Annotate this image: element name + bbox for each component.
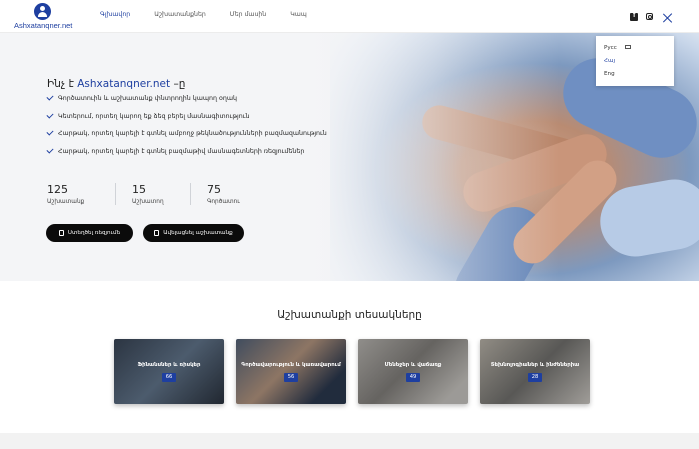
nav-link-contact[interactable]: Կապ [290,11,307,18]
instagram-icon[interactable] [646,13,653,20]
category-card-tech[interactable]: Տեխնոլոգիաներ և ինժեներիա 28 [480,339,590,404]
feature-item: Գործատուին և աշխատանք փնտրողին կապող օղա… [46,93,327,113]
feature-item: Կետերում, որտեղ կարող եք ձեզ բերել մասնա… [46,110,327,131]
stats-row: 125 Աշխատանք 15 Աշխատող 75 Գործատու [47,183,265,205]
category-count-badge: 66 [162,373,176,382]
category-card-sales[interactable]: Մենեջեր և վաճառք 49 [358,339,468,404]
category-label: Տեխնոլոգիաներ և ինժեներիա [490,362,580,368]
stat-jobs: 125 Աշխատանք [47,183,115,205]
hero-title-brand: Ashxatanqner.net [77,78,171,90]
stat-value: 125 [47,183,68,196]
category-count-badge: 56 [284,373,298,382]
facebook-icon[interactable] [630,12,638,21]
category-count-badge: 28 [528,373,542,382]
briefcase-icon [154,230,160,236]
document-icon [58,230,64,236]
job-categories-section: Աշխատանքի տեսակները Ֆինանսներ և ռիսկեր 6… [0,281,699,433]
close-icon[interactable] [663,13,673,23]
top-navbar: Ashxatanqner.net Գլխավոր Աշխատանքներ Մեր… [0,0,699,33]
add-job-button[interactable]: Ավելացնել աշխատանք [143,224,244,242]
language-menu: Русс Հայ Eng [596,36,674,86]
stat-value: 15 [132,183,146,196]
category-label: Ֆինանսներ և ռիսկեր [137,362,201,368]
category-card-finance[interactable]: Ֆինանսներ և ռիսկեր 66 [114,339,224,404]
category-count-badge: 49 [406,373,420,382]
main-nav: Գլխավոր Աշխատանքներ Մեր մասին Կապ [100,11,331,18]
nav-link-jobs[interactable]: Աշխատանքներ [154,11,206,18]
feature-item: Հարթակ, որտեղ կարելի է գտնել ամբողջ թեկն… [46,128,327,148]
check-icon [46,145,54,154]
lang-option-en[interactable]: Eng [604,71,615,77]
hero-section: Ինչ է Ashxatanqner.net –ը Գործատուին և ա… [0,33,699,281]
lang-option-hy[interactable]: Հայ [604,58,615,64]
nav-link-home[interactable]: Գլխավոր [100,11,130,18]
feature-list: Գործատուին և աշխատանք փնտրողին կապող օղա… [46,93,327,166]
feature-item: Հարթակ, որտեղ կարելի է գտնել բազմաթիվ մա… [46,145,327,166]
create-resume-button[interactable]: Ստեղծել ռեզյումե [46,224,133,242]
stat-value: 75 [207,183,221,196]
hero-title: Ինչ է Ashxatanqner.net –ը [47,78,186,90]
stat-workers: 15 Աշխատող [115,183,190,205]
flag-icon [625,45,631,49]
logo-text: Ashxatanqner.net [14,21,73,30]
check-icon [46,93,54,101]
check-icon [46,128,54,136]
category-label: Գործավարություն և կառավարում [241,362,341,368]
stat-label: Աշխատանք [47,199,85,205]
stat-label: Գործատու [207,199,240,205]
category-card-management[interactable]: Գործավարություն և կառավարում 56 [236,339,346,404]
logo-person-icon [34,3,51,20]
stat-label: Աշխատող [132,199,164,205]
stat-employers: 75 Գործատու [190,183,265,205]
footer-strip [0,433,699,449]
section-title: Աշխատանքի տեսակները [277,309,422,321]
nav-link-about[interactable]: Մեր մասին [230,11,266,18]
lang-option-ru[interactable]: Русс [604,45,617,51]
check-icon [46,110,54,119]
site-logo[interactable]: Ashxatanqner.net [14,3,72,31]
category-label: Մենեջեր և վաճառք [384,362,442,368]
